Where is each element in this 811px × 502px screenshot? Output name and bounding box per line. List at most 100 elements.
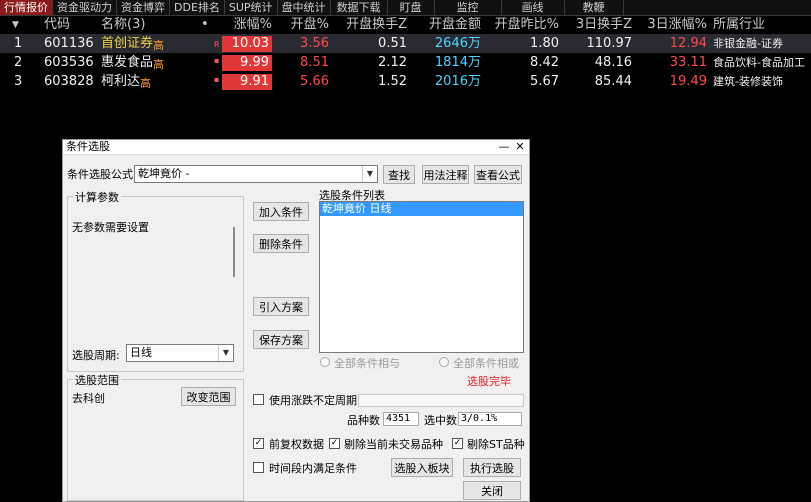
tab-draw-line[interactable]: 画线 xyxy=(502,0,565,15)
tab-sup-stats[interactable]: SUP统计 xyxy=(225,0,278,15)
stock-code: 601136 xyxy=(44,36,94,51)
import-scheme-button[interactable]: 引入方案 xyxy=(253,297,309,316)
change-range-button[interactable]: 改变范围 xyxy=(181,387,236,406)
range-value: 去科创 xyxy=(72,392,105,405)
minimize-icon[interactable]: — xyxy=(497,140,511,154)
chevron-down-icon[interactable]: ▼ xyxy=(362,166,377,182)
table-row[interactable]: 3 603828 柯利达 高 ▪ 9.91 5.66 1.52 2016万 5.… xyxy=(0,72,811,91)
tab-intraday-stats[interactable]: 盘中统计 xyxy=(278,0,331,15)
selected-count: 3/0.1% xyxy=(458,412,522,426)
industry: 食品饮料-食品加工 xyxy=(713,56,805,69)
formula-label: 条件选股公式 xyxy=(67,168,133,181)
stock-name: 惠发食品 xyxy=(101,55,154,70)
header-industry[interactable]: 所属行业 xyxy=(713,16,765,34)
no-params-text: 无参数需要设置 xyxy=(72,221,149,234)
adjust-checkbox[interactable]: ✓ xyxy=(253,438,264,449)
tab-fund-game[interactable]: 资金博弈 xyxy=(117,0,170,15)
status-text: 选股完毕 xyxy=(467,375,511,388)
stock-name: 首创证券 xyxy=(101,36,154,51)
stock-code: 603828 xyxy=(44,74,94,89)
period-input[interactable] xyxy=(358,394,524,407)
period-select[interactable]: 日线 ▼ xyxy=(126,344,234,362)
turnover-3d: 48.16 xyxy=(594,55,632,70)
row-index: 2 xyxy=(14,55,23,70)
scrollbar[interactable] xyxy=(233,227,235,277)
open-pct: 8.51 xyxy=(300,55,329,70)
condition-list[interactable]: 乾坤竟价 日线 xyxy=(319,201,524,353)
exclude-untraded-checkbox[interactable]: ✓ xyxy=(329,438,340,449)
chevron-down-icon[interactable]: ▼ xyxy=(218,345,233,361)
turnover-3d: 85.44 xyxy=(594,74,632,89)
industry: 建筑-装修装饰 xyxy=(713,75,783,88)
table-row[interactable]: 1 601136 首创证券 高 R 10.03 3.56 0.51 2646万 … xyxy=(0,34,811,53)
open-amount: 2016万 xyxy=(434,74,481,89)
adjust-label: 前复权数据 xyxy=(269,438,324,451)
header-dot: • xyxy=(201,17,209,32)
header-turnover-3d[interactable]: 3日换手Z xyxy=(559,16,632,34)
open-amount: 2646万 xyxy=(434,36,481,51)
range-title: 选股范围 xyxy=(73,372,121,388)
usage-notes-button[interactable]: 用法注释 xyxy=(422,165,469,184)
open-amount: 1814万 xyxy=(434,55,481,70)
header-open-ratio[interactable]: 开盘昨比% xyxy=(481,16,559,34)
radio-or[interactable] xyxy=(439,357,449,367)
header-open-amount[interactable]: 开盘金额 xyxy=(407,16,481,34)
tab-data-download[interactable]: 数据下载 xyxy=(331,0,388,15)
header-open[interactable]: 开盘% xyxy=(272,16,329,34)
time-range-checkbox[interactable] xyxy=(253,462,264,473)
use-period-checkbox[interactable] xyxy=(253,394,264,405)
close-icon[interactable]: ✕ xyxy=(513,140,527,154)
dialog-title: 条件选股 xyxy=(66,140,110,153)
row-index: 1 xyxy=(14,36,23,51)
mark-icon: ▪ xyxy=(214,75,220,84)
header-open-turnover[interactable]: 开盘换手Z xyxy=(329,16,407,34)
tab-fund-drive[interactable]: 资金驱动力 xyxy=(53,0,117,15)
tab-pointer[interactable]: 教鞭 xyxy=(565,0,624,15)
add-to-block-button[interactable]: 选股入板块 xyxy=(391,458,453,477)
change-3d: 12.94 xyxy=(669,36,707,51)
stock-code: 603536 xyxy=(44,55,94,70)
tab-dde-rank[interactable]: DDE排名 xyxy=(170,0,225,15)
row-index: 3 xyxy=(14,74,23,89)
quote-table: ▼ 代码 名称(3) • 涨幅% 开盘% 开盘换手Z 开盘金额 开盘昨比% 3日… xyxy=(0,16,811,91)
open-turnover: 2.12 xyxy=(378,55,407,70)
change-3d: 19.49 xyxy=(669,74,707,89)
radio-and-label: 全部条件相与 xyxy=(334,357,400,370)
sort-icon[interactable]: ▼ xyxy=(12,16,19,34)
header-name[interactable]: 名称(3) xyxy=(101,16,145,34)
formula-select[interactable]: 乾坤竟价 - ▼ xyxy=(134,165,378,183)
dialog-titlebar[interactable]: 条件选股 — ✕ xyxy=(63,140,529,155)
table-header: ▼ 代码 名称(3) • 涨幅% 开盘% 开盘换手Z 开盘金额 开盘昨比% 3日… xyxy=(0,16,811,34)
open-turnover: 0.51 xyxy=(378,36,407,51)
tab-watch[interactable]: 盯盘 xyxy=(388,0,435,15)
radio-and[interactable] xyxy=(320,357,330,367)
delete-condition-button[interactable]: 删除条件 xyxy=(253,234,309,253)
open-pct: 5.66 xyxy=(300,74,329,89)
add-condition-button[interactable]: 加入条件 xyxy=(253,202,309,221)
range-group: 选股范围 去科创 改变范围 xyxy=(67,372,244,501)
change-3d: 33.11 xyxy=(669,55,707,70)
save-scheme-button[interactable]: 保存方案 xyxy=(253,330,309,349)
stock-name: 柯利达 xyxy=(101,74,141,89)
selected-label: 选中数 xyxy=(424,414,457,427)
high-tag: 高 xyxy=(140,77,151,90)
exclude-st-label: 剔除ST品种 xyxy=(467,438,525,451)
change-pct: 9.99 xyxy=(222,55,272,71)
open-pct: 3.56 xyxy=(300,36,329,51)
exclude-st-checkbox[interactable]: ✓ xyxy=(452,438,463,449)
view-formula-button[interactable]: 查看公式 xyxy=(474,165,522,184)
header-change-3d[interactable]: 3日涨幅% xyxy=(632,16,707,34)
run-screen-button[interactable]: 执行选股 xyxy=(463,458,521,477)
use-period-label: 使用涨跌不定周期 xyxy=(269,394,357,407)
list-item[interactable]: 乾坤竟价 日线 xyxy=(320,202,523,216)
find-button[interactable]: 查找 xyxy=(383,165,415,184)
close-button[interactable]: 关闭 xyxy=(463,481,521,500)
header-change[interactable]: 涨幅% xyxy=(215,16,272,34)
table-row[interactable]: 2 603536 惠发食品 高 ▪ 9.99 8.51 2.12 1814万 8… xyxy=(0,53,811,72)
tab-quotes[interactable]: 行情报价 xyxy=(0,0,53,15)
exclude-untraded-label: 剔除当前未交易品种 xyxy=(344,438,443,451)
stock-count-label: 品种数 xyxy=(347,414,380,427)
formula-value: 乾坤竟价 - xyxy=(138,167,190,180)
tab-monitor[interactable]: 监控 xyxy=(435,0,502,15)
header-code[interactable]: 代码 xyxy=(44,16,70,34)
